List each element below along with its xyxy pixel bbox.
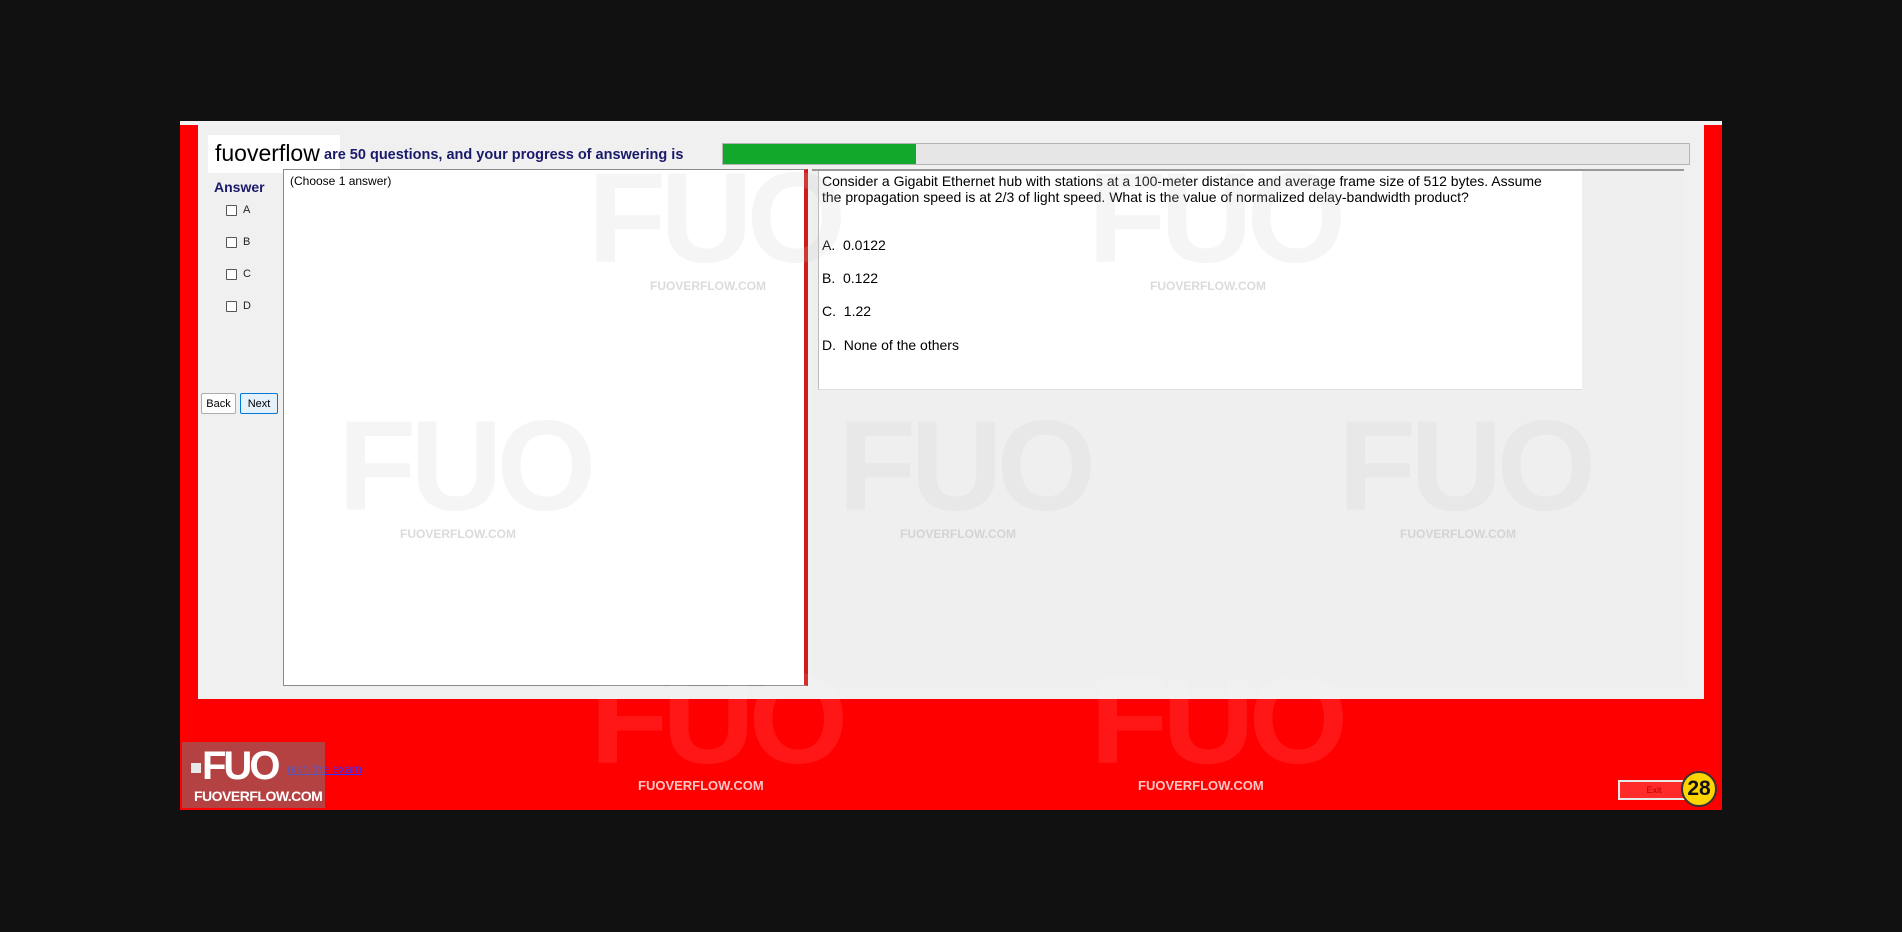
question-choice-a: A. 0.0122 bbox=[822, 237, 886, 253]
checkbox-c[interactable] bbox=[226, 268, 237, 280]
question-text: Consider a Gigabit Ethernet hub with sta… bbox=[822, 173, 1542, 205]
checkbox-b[interactable] bbox=[226, 236, 237, 248]
question-choice-b: B. 0.122 bbox=[822, 270, 879, 286]
answer-option-label: B bbox=[243, 236, 251, 248]
progress-label: are 50 questions, and your progress of a… bbox=[324, 147, 684, 163]
exit-button[interactable]: Exit bbox=[1618, 780, 1690, 800]
logo-square-icon bbox=[191, 763, 201, 773]
logo-url: FUOVERFLOW.COM bbox=[194, 788, 323, 804]
answer-textbox[interactable]: (Choose 1 answer) bbox=[283, 169, 808, 686]
answer-option-a[interactable]: A bbox=[226, 204, 250, 216]
watermark-url: FUOVERFLOW.COM bbox=[638, 778, 764, 793]
progress-bar-fill bbox=[723, 144, 917, 164]
checkbox-d[interactable] bbox=[226, 300, 237, 312]
answer-option-label: A bbox=[243, 204, 251, 216]
timer-badge: 28 bbox=[1681, 771, 1717, 807]
logo-text: FUO bbox=[202, 744, 280, 788]
answer-option-c[interactable]: C bbox=[226, 268, 251, 280]
question-box: Consider a Gigabit Ethernet hub with sta… bbox=[818, 171, 1582, 390]
answer-option-d[interactable]: D bbox=[226, 300, 251, 312]
question-choice-d: D. None of the others bbox=[822, 337, 959, 353]
answer-option-label: D bbox=[243, 300, 251, 312]
answer-option-b[interactable]: B bbox=[226, 236, 250, 248]
answer-option-label: C bbox=[243, 268, 251, 280]
question-choice-c: C. 1.22 bbox=[822, 303, 872, 319]
fuoverflow-logo: FUO FUOVERFLOW.COM bbox=[182, 742, 325, 808]
answer-hint: (Choose 1 answer) bbox=[290, 174, 392, 188]
question-area: Consider a Gigabit Ethernet hub with sta… bbox=[812, 169, 1684, 686]
answer-title: Answer bbox=[214, 179, 265, 195]
exam-panel: fuoverflow are 50 questions, and your pr… bbox=[198, 125, 1704, 699]
progress-bar bbox=[722, 143, 1690, 165]
brand-label: fuoverflow bbox=[215, 140, 320, 166]
next-button[interactable]: Next bbox=[240, 393, 278, 414]
checkbox-a[interactable] bbox=[226, 204, 237, 216]
back-button[interactable]: Back bbox=[201, 393, 236, 414]
watermark-url: FUOVERFLOW.COM bbox=[1138, 778, 1264, 793]
exam-window: fuoverflow are 50 questions, and your pr… bbox=[180, 121, 1722, 810]
brand-label-box: fuoverflow bbox=[208, 135, 340, 173]
